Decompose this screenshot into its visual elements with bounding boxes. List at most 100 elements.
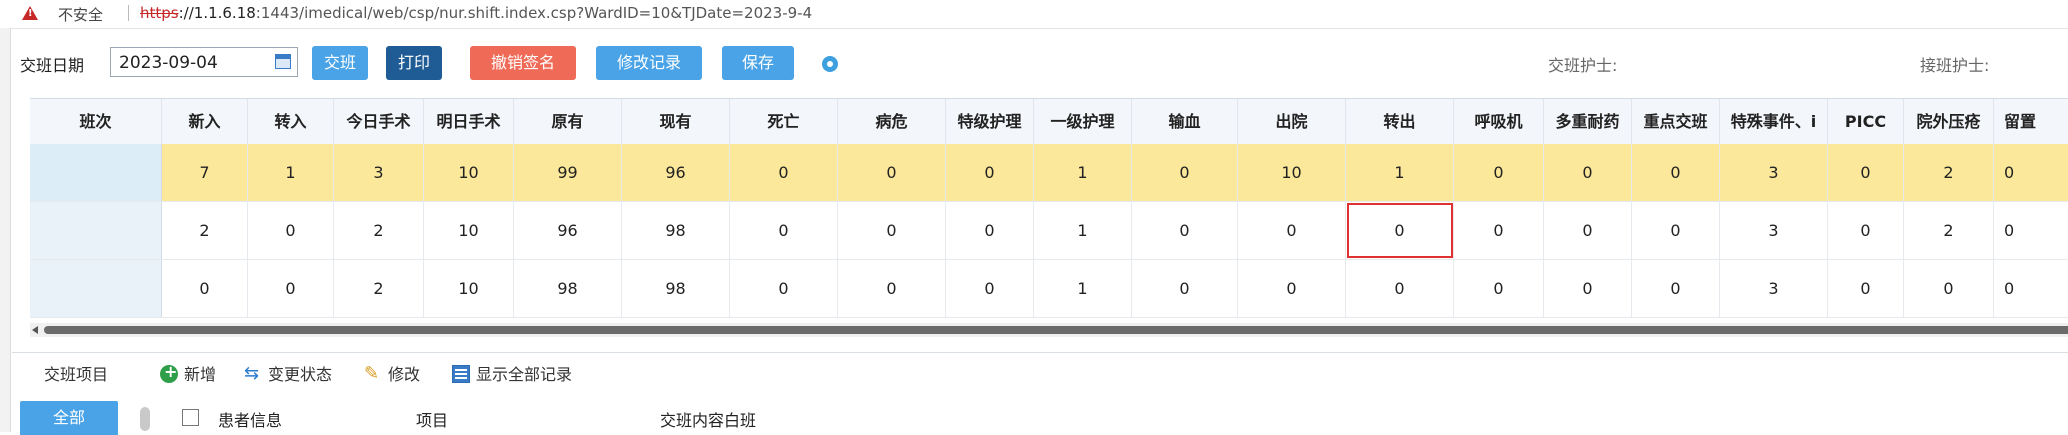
table-cell[interactable]: 0: [1544, 202, 1632, 259]
table-cell[interactable]: 0: [1454, 144, 1544, 201]
table-cell[interactable]: 3: [1720, 202, 1828, 259]
edit-button[interactable]: 修改: [364, 361, 420, 385]
table-cell[interactable]: 0: [838, 260, 946, 317]
scroll-left-arrow-icon[interactable]: [32, 326, 38, 334]
section-title: 交班项目: [44, 365, 109, 384]
table-cell[interactable]: 0: [1828, 260, 1904, 317]
row-shift-cell[interactable]: [30, 260, 162, 317]
table-cell[interactable]: 1: [1034, 144, 1132, 201]
table-cell[interactable]: 98: [514, 260, 622, 317]
table-cell[interactable]: 0: [1454, 260, 1544, 317]
change-status-button[interactable]: 变更状态: [244, 361, 332, 385]
date-label: 交班日期: [20, 56, 85, 75]
table-cell[interactable]: 1: [248, 144, 334, 201]
table-cell[interactable]: 0: [1544, 260, 1632, 317]
table-cell[interactable]: 0: [946, 260, 1034, 317]
address-bar[interactable]: ! 不安全 https://1.1.6.18:1443/imedical/web…: [0, 0, 2068, 29]
table-cell[interactable]: 10: [424, 202, 514, 259]
row-shift-cell[interactable]: [30, 202, 162, 259]
calendar-icon[interactable]: [275, 54, 291, 69]
table-cell[interactable]: 1: [1034, 202, 1132, 259]
table-cell[interactable]: 2: [1904, 202, 1994, 259]
col-header: 出院: [1238, 99, 1346, 145]
horizontal-scrollbar[interactable]: [30, 323, 2068, 337]
date-input[interactable]: [117, 51, 261, 75]
table-cell[interactable]: 10: [1238, 144, 1346, 201]
shift-summary-grid: 班次 新入 转入 今日手术 明日手术 原有 现有 死亡 病危 特级护理 一级护理…: [30, 98, 2068, 348]
table-cell[interactable]: 0: [248, 202, 334, 259]
table-cell[interactable]: 0: [248, 260, 334, 317]
table-cell[interactable]: 96: [622, 144, 730, 201]
table-cell[interactable]: 2: [334, 202, 424, 259]
table-cell[interactable]: 10: [424, 260, 514, 317]
tab-all[interactable]: 全部: [20, 401, 118, 435]
table-cell[interactable]: 0: [1132, 144, 1238, 201]
revoke-signature-button[interactable]: 撤销签名: [470, 46, 576, 80]
modify-records-button[interactable]: 修改记录: [596, 46, 702, 80]
handover-button[interactable]: 交班: [312, 46, 368, 80]
table-cell[interactable]: 0: [838, 202, 946, 259]
add-icon: [160, 362, 178, 383]
table-cell[interactable]: 0: [162, 260, 248, 317]
row-shift-cell[interactable]: [30, 144, 162, 201]
table-cell-highlighted[interactable]: 0: [1346, 202, 1454, 259]
table-cell[interactable]: 0: [730, 144, 838, 201]
table-cell[interactable]: 0: [1346, 260, 1454, 317]
table-cell[interactable]: 0: [1544, 144, 1632, 201]
table-cell[interactable]: 0: [1632, 202, 1720, 259]
table-cell[interactable]: 1: [1034, 260, 1132, 317]
table-row[interactable]: 2 0 2 10 96 98 0 0 0 1 0 0 0 0 0 0 3 0 2…: [30, 202, 2068, 260]
table-cell[interactable]: 0: [1132, 260, 1238, 317]
url-host: ://1.1.6.18: [178, 4, 256, 22]
table-cell[interactable]: 3: [334, 144, 424, 201]
url-protocol: https: [140, 4, 179, 22]
table-cell[interactable]: 0: [730, 202, 838, 259]
col-header: 特级护理: [946, 99, 1034, 145]
save-button[interactable]: 保存: [722, 46, 794, 80]
col-header: 院外压疮: [1904, 99, 1994, 145]
table-cell[interactable]: 0: [1238, 260, 1346, 317]
table-cell[interactable]: 96: [514, 202, 622, 259]
table-cell[interactable]: 3: [1720, 144, 1828, 201]
table-cell[interactable]: 0: [946, 202, 1034, 259]
date-picker[interactable]: [110, 47, 298, 77]
table-cell[interactable]: 98: [622, 202, 730, 259]
print-button[interactable]: 打印: [386, 46, 442, 80]
col-header: 转入: [248, 99, 334, 145]
change-status-label: 变更状态: [268, 365, 333, 384]
table-cell[interactable]: 0: [1994, 260, 2068, 317]
handover-nurse-label: 交班护士:: [1548, 56, 1618, 75]
show-all-records-button[interactable]: 显示全部记录: [452, 361, 572, 385]
table-cell[interactable]: 0: [1632, 144, 1720, 201]
vertical-scrollbar-thumb[interactable]: [140, 407, 150, 431]
table-cell[interactable]: 2: [1904, 144, 1994, 201]
table-cell[interactable]: 0: [1132, 202, 1238, 259]
table-cell[interactable]: 10: [424, 144, 514, 201]
table-cell[interactable]: 99: [514, 144, 622, 201]
table-cell[interactable]: 1: [1346, 144, 1454, 201]
url-text[interactable]: https://1.1.6.18:1443/imedical/web/csp/n…: [140, 4, 812, 22]
table-cell[interactable]: 0: [1454, 202, 1544, 259]
table-cell[interactable]: 3: [1720, 260, 1828, 317]
table-cell[interactable]: 0: [1904, 260, 1994, 317]
table-cell[interactable]: 0: [1994, 144, 2068, 201]
table-cell[interactable]: 0: [1238, 202, 1346, 259]
table-cell[interactable]: 98: [622, 260, 730, 317]
table-cell[interactable]: 0: [1994, 202, 2068, 259]
table-row[interactable]: 7 1 3 10 99 96 0 0 0 1 0 10 1 0 0 0 3 0 …: [30, 144, 2068, 202]
table-cell[interactable]: 0: [730, 260, 838, 317]
table-cell[interactable]: 0: [1828, 202, 1904, 259]
gear-icon[interactable]: [822, 56, 838, 72]
table-cell[interactable]: 2: [162, 202, 248, 259]
select-all-checkbox[interactable]: [182, 409, 199, 426]
scrollbar-thumb[interactable]: [44, 326, 2068, 334]
table-row[interactable]: 0 0 2 10 98 98 0 0 0 1 0 0 0 0 0 0 3 0 0…: [30, 260, 2068, 318]
table-cell[interactable]: 2: [334, 260, 424, 317]
table-cell[interactable]: 0: [1828, 144, 1904, 201]
table-cell[interactable]: 0: [946, 144, 1034, 201]
table-cell[interactable]: 7: [162, 144, 248, 201]
table-cell[interactable]: 0: [838, 144, 946, 201]
add-button[interactable]: 新增: [160, 361, 216, 385]
handover-items-panel: 交班项目 新增 变更状态 修改 显示全部记录 全部 患者信息 项目 交班内容白班: [12, 352, 2068, 435]
table-cell[interactable]: 0: [1632, 260, 1720, 317]
